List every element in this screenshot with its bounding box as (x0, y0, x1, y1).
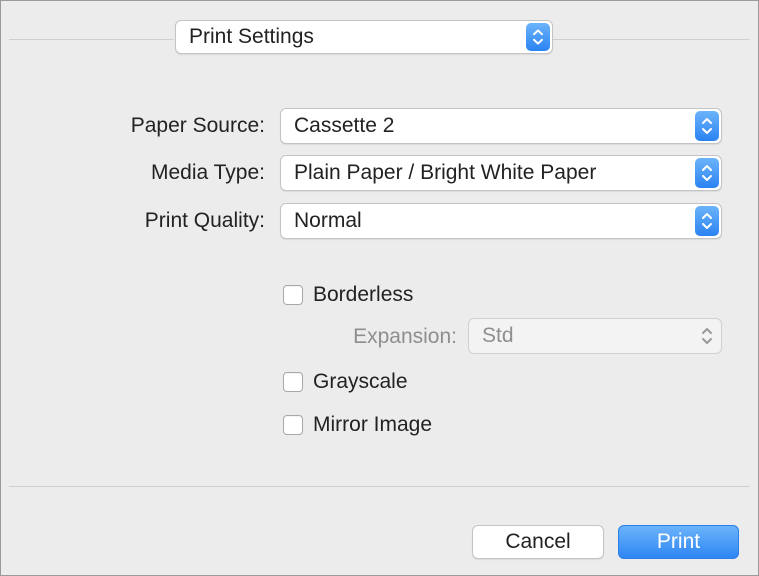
chevron-up-down-icon (695, 206, 719, 236)
cancel-button[interactable]: Cancel (472, 525, 604, 559)
print-quality-value: Normal (294, 209, 362, 232)
media-type-label: Media Type: (150, 161, 265, 184)
top-separator-left (9, 39, 173, 40)
grayscale-label[interactable]: Grayscale (313, 370, 408, 394)
footer-separator (9, 486, 750, 487)
chevron-up-down-icon (695, 158, 719, 188)
chevron-up-down-icon (526, 23, 550, 51)
media-type-value: Plain Paper / Bright White Paper (294, 161, 597, 184)
panel-select[interactable]: Print Settings (175, 20, 553, 54)
paper-source-label: Paper Source: (130, 114, 265, 137)
panel-select-value: Print Settings (189, 25, 314, 48)
mirror-image-checkbox[interactable] (283, 415, 303, 435)
borderless-checkbox[interactable] (283, 285, 303, 305)
expansion-select: Std (468, 318, 722, 354)
chevron-up-down-icon (695, 321, 719, 351)
top-separator-right (553, 39, 749, 40)
paper-source-select[interactable]: Cassette 2 (280, 108, 722, 144)
borderless-label[interactable]: Borderless (313, 283, 413, 307)
chevron-up-down-icon (695, 111, 719, 141)
print-quality-label: Print Quality: (144, 209, 265, 232)
paper-source-value: Cassette 2 (294, 114, 395, 137)
expansion-label: Expansion: (353, 325, 457, 348)
expansion-value: Std (482, 324, 514, 347)
print-button[interactable]: Print (618, 525, 739, 559)
mirror-image-label[interactable]: Mirror Image (313, 413, 432, 437)
print-quality-select[interactable]: Normal (280, 203, 722, 239)
print-dialog: Print Settings Paper Source: Cassette 2 … (0, 0, 759, 576)
media-type-select[interactable]: Plain Paper / Bright White Paper (280, 155, 722, 191)
grayscale-checkbox[interactable] (283, 372, 303, 392)
